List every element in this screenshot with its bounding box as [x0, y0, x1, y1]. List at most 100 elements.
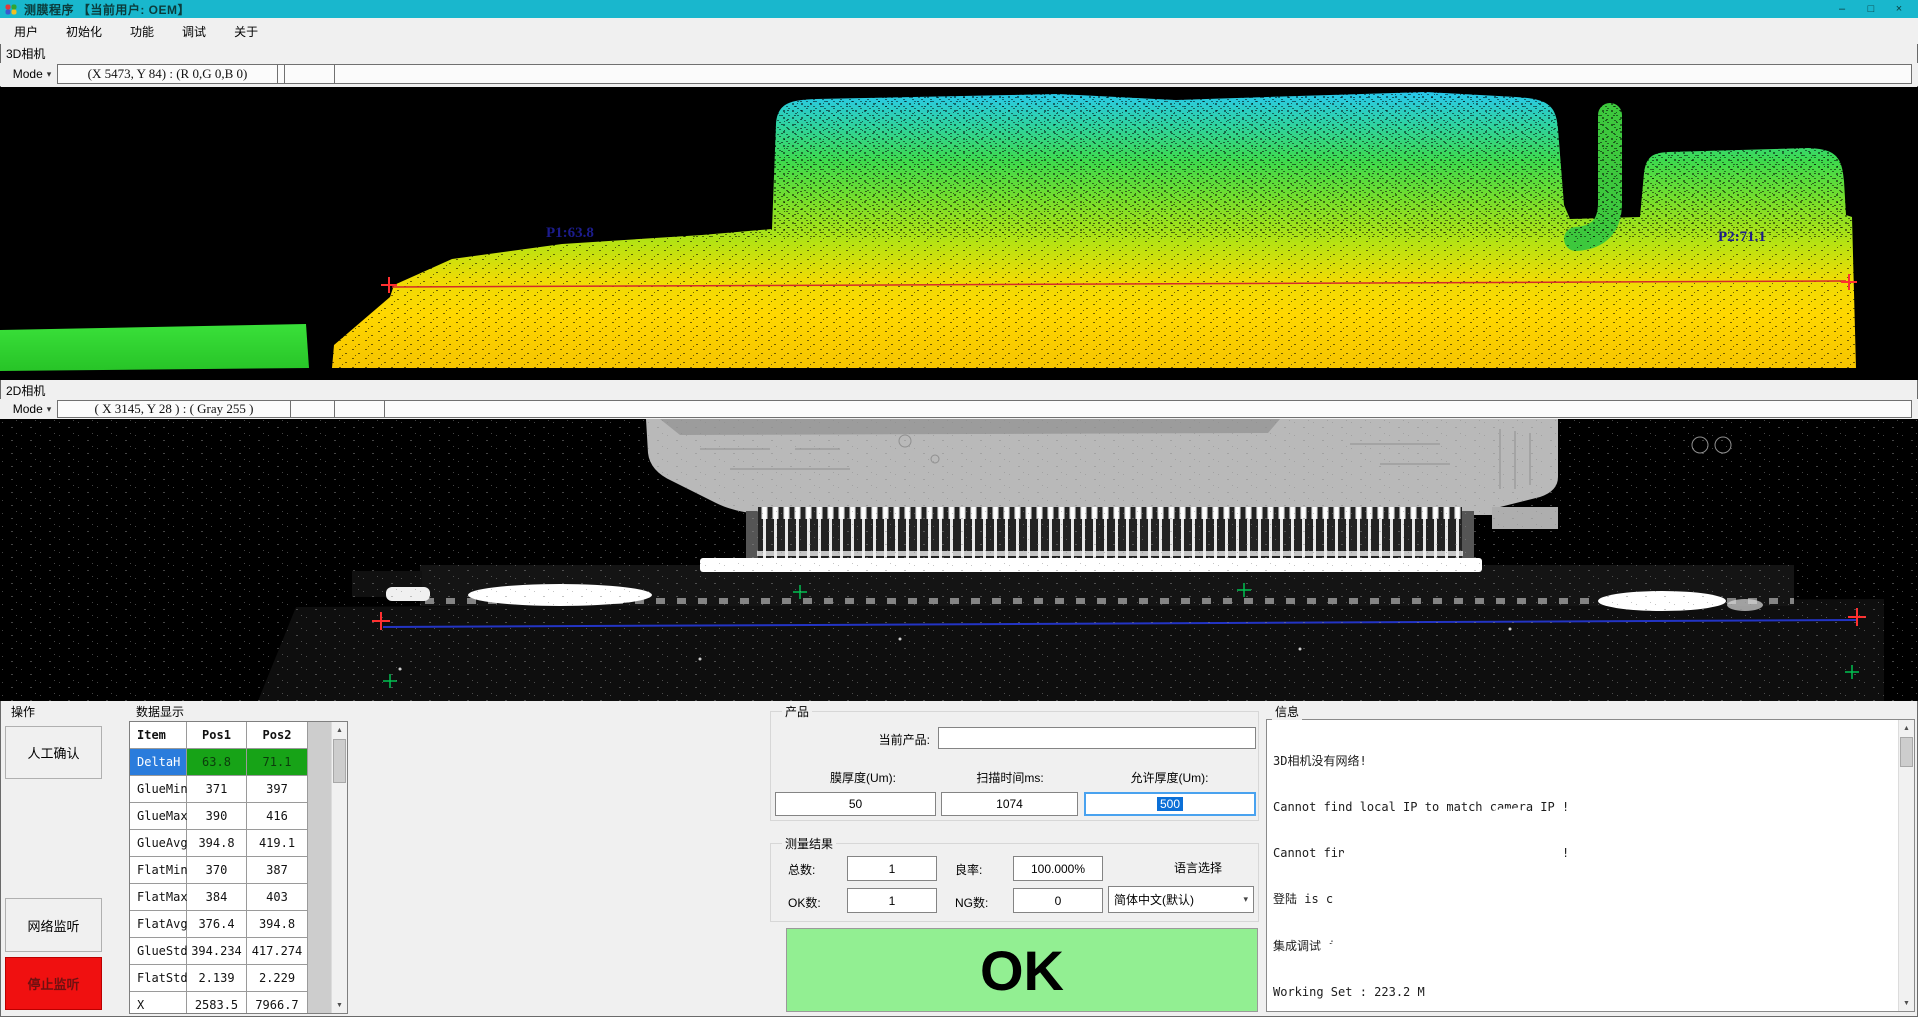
data-group-label: 数据显示 — [133, 703, 187, 720]
row-pos1: 376.4 — [187, 911, 247, 938]
operation-group-label: 操作 — [8, 703, 38, 720]
scroll-down-icon[interactable]: ▼ — [332, 997, 347, 1013]
menu-item-user[interactable]: 用户 — [0, 19, 52, 44]
maximize-button[interactable]: □ — [1859, 1, 1883, 17]
scroll-down-icon[interactable]: ▼ — [1899, 995, 1914, 1011]
row-item: FlatMax — [130, 884, 187, 911]
row-item: FlatAvg — [130, 911, 187, 938]
column-header: Pos1 — [187, 722, 247, 749]
statusbar-separator — [284, 65, 285, 83]
row-pos2: 387 — [247, 857, 308, 884]
selected-text: 500 — [1157, 797, 1183, 811]
row-item: X — [130, 992, 187, 1014]
row-pos2: 394.8 — [247, 911, 308, 938]
row-pos2: 397 — [247, 776, 308, 803]
table-row[interactable]: GlueAvg 394.8 419.1 — [130, 830, 347, 857]
log-line: 3D相机没有网络! — [1273, 754, 1896, 769]
log-line: Cannot find local IP to match camera IP … — [1273, 800, 1896, 815]
table-row[interactable]: FlatAvg 376.4 394.8 — [130, 911, 347, 938]
chevron-down-icon: ▾ — [1243, 894, 1248, 905]
statusbar-separator — [334, 65, 335, 83]
yield-input[interactable]: 100.000% — [1013, 856, 1103, 881]
row-pos1: 2.139 — [187, 965, 247, 992]
chevron-down-icon: ▾ — [47, 69, 52, 80]
coordinate-readout-2d: ( X 3145, Y 28 ) : ( Gray 255 ) — [58, 401, 291, 417]
language-select[interactable]: 简体中文(默认) ▾ — [1108, 886, 1254, 913]
statusbar-3d: (X 5473, Y 84) : (R 0,G 0,B 0) — [57, 64, 1912, 84]
row-pos2: 417.274 — [247, 938, 308, 965]
row-item: DeltaH — [130, 749, 187, 776]
log-scrollbar[interactable]: ▲ ▼ — [1898, 720, 1914, 1011]
table-row[interactable]: GlueMin 371 397 — [130, 776, 347, 803]
language-value: 简体中文(默认) — [1114, 891, 1194, 908]
menu-item-about[interactable]: 关于 — [220, 19, 272, 44]
ng-count-label: NG数: — [955, 894, 988, 911]
film-thickness-input[interactable]: 50 — [775, 792, 936, 816]
scrollbar-thumb[interactable] — [1900, 737, 1913, 767]
manual-confirm-button[interactable]: 人工确认 — [5, 726, 102, 779]
row-item: FlatStd — [130, 965, 187, 992]
film-thickness-label: 膜厚度(Um): — [788, 769, 938, 786]
table-scrollbar[interactable]: ▲ ▼ — [331, 722, 347, 1013]
scrollbar-thumb[interactable] — [333, 739, 346, 783]
3d-heightmap-image: P1:63.8 P2:71.1 — [0, 87, 1918, 380]
section-label-2d: 2D相机 — [6, 382, 45, 399]
ok-count-input[interactable]: 1 — [847, 888, 937, 913]
scan-time-input[interactable]: 1074 — [941, 792, 1078, 816]
3d-camera-view[interactable]: P1:63.8 P2:71.1 — [0, 87, 1918, 380]
stop-listen-button[interactable]: 停止监听 — [5, 957, 102, 1010]
row-pos1: 2583.5 — [187, 992, 247, 1014]
table-row[interactable]: GlueStd 394.234 417.274 — [130, 938, 347, 965]
chevron-down-icon: ▾ — [47, 404, 52, 415]
mode-dropdown-3d[interactable]: Mode ▾ — [6, 64, 58, 84]
table-row[interactable]: FlatMin 370 387 — [130, 857, 347, 884]
row-pos2: 2.229 — [247, 965, 308, 992]
modebar-2d: Mode ▾ ( X 3145, Y 28 ) : ( Gray 255 ) — [0, 399, 1918, 419]
menubar: 用户 初始化 功能 调试 关于 — [0, 18, 1918, 44]
scroll-up-icon[interactable]: ▲ — [332, 722, 347, 738]
allow-thickness-input[interactable]: 500 — [1084, 792, 1256, 816]
menu-item-init[interactable]: 初始化 — [52, 19, 116, 44]
mode-dropdown-2d[interactable]: Mode ▾ — [6, 400, 58, 418]
mode-label: Mode — [13, 67, 43, 81]
row-pos2: 71.1 — [247, 749, 308, 776]
table-row[interactable]: FlatMax 384 403 — [130, 884, 347, 911]
redaction-smear — [948, 729, 1006, 745]
allow-thickness-label: 允许厚度(Um): — [1083, 769, 1256, 786]
app-icon — [5, 4, 18, 15]
result-group-label: 测量结果 — [782, 835, 836, 852]
minimize-button[interactable]: – — [1830, 1, 1854, 17]
p2-annotation: P2:71.1 — [1718, 229, 1766, 245]
row-pos2: 7966.7 — [247, 992, 308, 1014]
row-pos1: 394.234 — [187, 938, 247, 965]
result-status-box: OK — [786, 928, 1258, 1012]
modebar-3d: Mode ▾ (X 5473, Y 84) : (R 0,G 0,B 0) — [0, 63, 1918, 86]
table-row[interactable]: GlueMax 390 416 — [130, 803, 347, 830]
close-button[interactable]: × — [1887, 1, 1911, 17]
row-pos1: 394.8 — [187, 830, 247, 857]
window-title: 测膜程序 【当前用户: OEM】 — [24, 1, 190, 18]
row-pos2: 403 — [247, 884, 308, 911]
data-table: Item Pos1 Pos2 DeltaH 63.8 71.1 GlueMin … — [129, 721, 348, 1014]
log-line: Working Set : 223.2 M — [1273, 985, 1896, 1000]
status-text: OK — [980, 938, 1064, 1003]
statusbar-separator — [384, 401, 385, 417]
network-listen-button[interactable]: 网络监听 — [5, 898, 102, 952]
2d-camera-view[interactable] — [0, 419, 1918, 701]
menu-item-function[interactable]: 功能 — [116, 19, 168, 44]
section-label-3d: 3D相机 — [6, 45, 45, 62]
ng-count-input[interactable]: 0 — [1013, 888, 1103, 913]
scroll-up-icon[interactable]: ▲ — [1899, 720, 1914, 736]
table-row[interactable]: FlatStd 2.139 2.229 — [130, 965, 347, 992]
row-pos1: 370 — [187, 857, 247, 884]
table-row[interactable]: X 2583.5 7966.7 — [130, 992, 347, 1014]
scan-time-label: 扫描时间ms: — [940, 769, 1080, 786]
info-group-label: 信息 — [1272, 703, 1302, 720]
ok-count-label: OK数: — [788, 894, 821, 911]
statusbar-separator — [334, 401, 335, 417]
total-input[interactable]: 1 — [847, 856, 937, 881]
menu-item-debug[interactable]: 调试 — [168, 19, 220, 44]
row-pos2: 419.1 — [247, 830, 308, 857]
total-label: 总数: — [788, 861, 815, 878]
table-row[interactable]: DeltaH 63.8 71.1 — [130, 749, 347, 776]
